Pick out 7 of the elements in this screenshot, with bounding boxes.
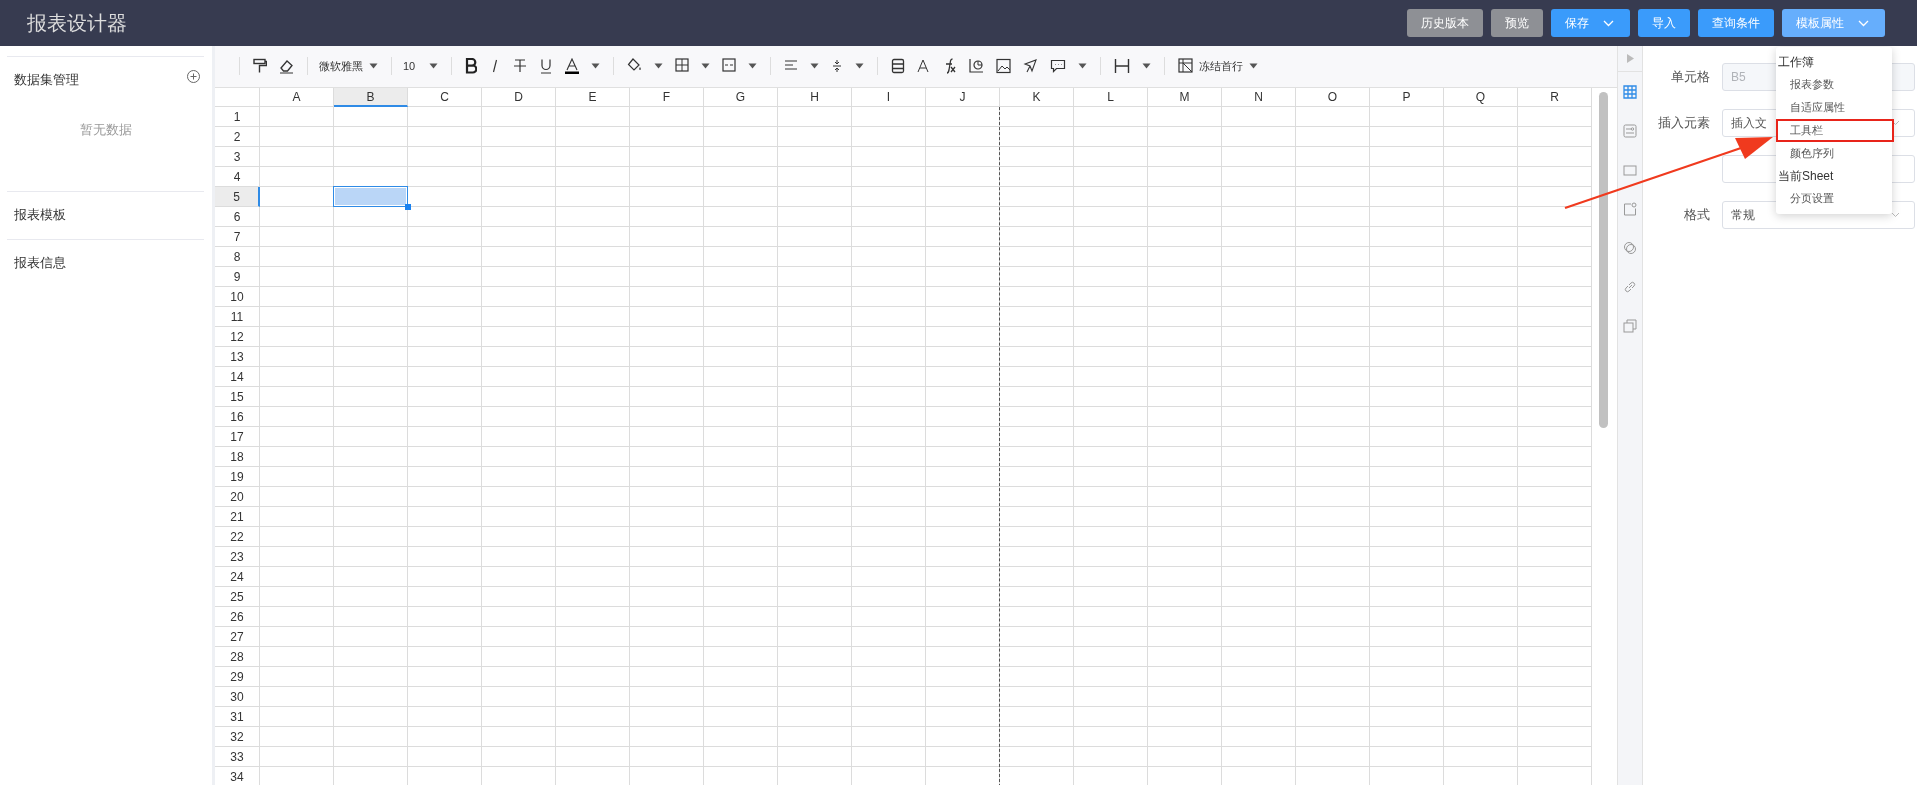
empty-text: 暂无数据 bbox=[79, 122, 132, 137]
app-title: 报表设计器 bbox=[26, 11, 127, 36]
field-label: 单元格 bbox=[1671, 69, 1710, 85]
menu-group-title: 工作簿 bbox=[1777, 54, 1815, 71]
menu-group-title: 当前Sheet bbox=[1777, 168, 1835, 185]
field-label: 格式 bbox=[1684, 207, 1710, 223]
field-label: 插入元素 bbox=[1658, 115, 1710, 131]
